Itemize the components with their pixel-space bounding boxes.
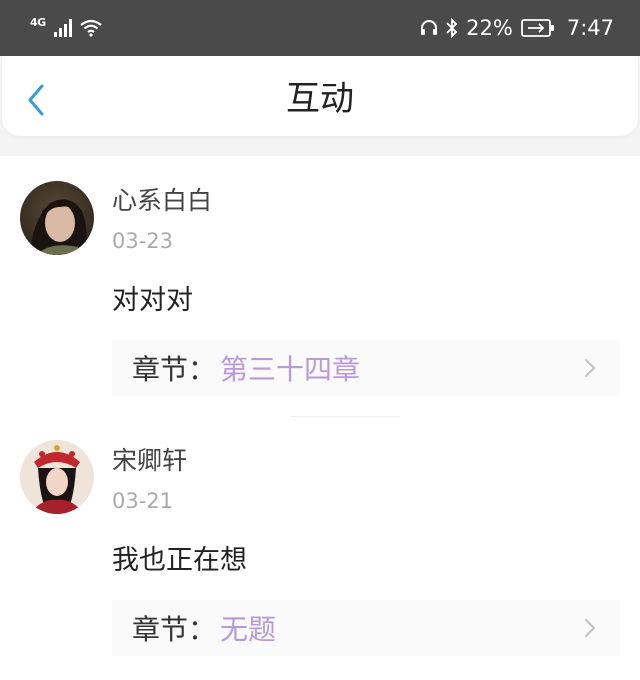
battery-charging-icon <box>520 19 555 37</box>
status-bar: 4G 22% 7:47 <box>0 0 640 56</box>
status-right: 22% 7:47 <box>420 16 614 40</box>
header-card: 互动 <box>2 56 638 136</box>
chapter-value: 无题 <box>220 613 277 646</box>
chapter-label: 章节： <box>132 353 217 386</box>
avatar[interactable] <box>20 440 94 514</box>
chevron-right-icon <box>585 619 595 637</box>
chapter-link[interactable]: 章节： 无题 <box>112 600 620 656</box>
clock: 7:47 <box>566 16 614 40</box>
comment-list: 心系白白 03-23 对对对 章节： 第三十四章 宋卿轩 03-21 我也正在想… <box>0 156 640 680</box>
signal-icon <box>53 19 72 37</box>
wifi-icon <box>80 19 102 37</box>
chapter-label: 章节： <box>132 613 217 646</box>
username[interactable]: 心系白白 <box>112 186 212 216</box>
app-header: 互动 <box>0 56 640 156</box>
chapter-link[interactable]: 章节： 第三十四章 <box>112 340 620 396</box>
username[interactable]: 宋卿轩 <box>112 446 187 476</box>
divider <box>290 416 400 417</box>
comment-date: 03-21 <box>112 489 174 513</box>
chapter-value: 第三十四章 <box>220 353 361 386</box>
network-type-label: 4G <box>30 15 46 29</box>
bluetooth-icon <box>446 18 458 38</box>
page-title: 互动 <box>286 79 354 119</box>
status-left: 4G <box>30 15 102 37</box>
comment-text: 我也正在想 <box>112 545 247 576</box>
avatar[interactable] <box>20 181 94 255</box>
battery-percent: 22% <box>466 16 513 40</box>
comment-date: 03-23 <box>112 229 174 253</box>
chevron-right-icon <box>585 359 595 377</box>
comment-text: 对对对 <box>112 285 193 316</box>
headset-icon <box>420 19 438 37</box>
